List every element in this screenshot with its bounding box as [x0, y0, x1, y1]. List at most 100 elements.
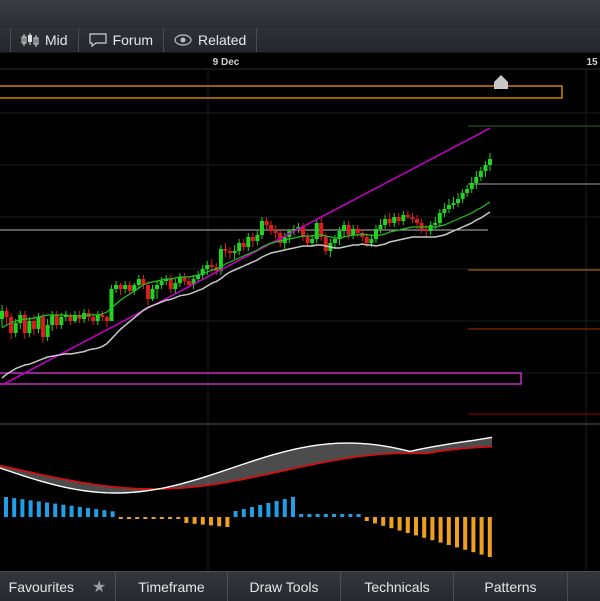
- related-button[interactable]: Related: [164, 28, 258, 52]
- candle-body: [18, 315, 23, 323]
- histogram-bar: [176, 517, 181, 519]
- histogram-bar: [225, 517, 230, 527]
- candlestick-icon: [21, 33, 39, 47]
- histogram-bar: [381, 517, 386, 526]
- histogram-bar: [168, 517, 172, 519]
- histogram-bar: [28, 500, 33, 517]
- technicals-label: Technicals: [364, 578, 430, 595]
- price-chart[interactable]: 9 Dec 15: [0, 53, 600, 571]
- candle-body: [488, 159, 492, 165]
- candle-body: [419, 223, 424, 229]
- candle-body: [369, 239, 374, 243]
- histogram-bar: [356, 514, 361, 517]
- candle-body: [50, 315, 55, 325]
- timeframe-label: Timeframe: [138, 578, 205, 595]
- candle-body: [159, 281, 164, 285]
- candle-body: [228, 251, 233, 253]
- candle-body: [446, 205, 451, 209]
- x-tick-label: 15: [586, 57, 598, 68]
- histogram-bar: [217, 517, 222, 527]
- candle-body: [437, 213, 442, 223]
- candle-body: [355, 229, 360, 233]
- draw-tools-button[interactable]: Draw Tools: [228, 572, 341, 601]
- candle-body: [428, 225, 433, 231]
- histogram-bar: [414, 517, 418, 536]
- candle-body: [442, 209, 447, 213]
- histogram-bar: [135, 517, 140, 519]
- candle-body: [223, 249, 228, 251]
- histogram-bar: [184, 517, 189, 523]
- candle-body: [269, 225, 274, 231]
- histogram-bar: [315, 514, 320, 517]
- patterns-button[interactable]: Patterns: [454, 572, 568, 601]
- histogram-bar: [200, 517, 205, 525]
- candle-body: [460, 193, 465, 199]
- favourites-label: Favourites: [8, 578, 74, 595]
- histogram-bar: [127, 517, 131, 519]
- candle-body: [104, 317, 109, 321]
- candle-body: [405, 215, 410, 217]
- mid-button[interactable]: Mid: [10, 28, 79, 52]
- candle-body: [237, 243, 242, 251]
- chart-toolbar: Mid Forum Related: [0, 28, 600, 53]
- candle-body: [346, 225, 351, 235]
- histogram-bar: [307, 514, 312, 517]
- candle-body: [59, 317, 64, 325]
- candle-body: [373, 229, 378, 239]
- histogram-bar: [364, 517, 369, 521]
- histogram-bar: [36, 501, 41, 517]
- candle-body: [145, 285, 150, 299]
- candle-body: [323, 237, 328, 251]
- candle-body: [173, 283, 178, 289]
- histogram-bar: [463, 517, 468, 550]
- speech-bubble-icon: [88, 33, 107, 47]
- star-icon[interactable]: ★: [92, 577, 106, 597]
- forum-button[interactable]: Forum: [79, 28, 165, 52]
- histogram-bar: [241, 509, 246, 517]
- candle-body: [478, 171, 483, 177]
- candle-body: [109, 289, 114, 321]
- histogram-bar: [118, 517, 123, 519]
- candle-body: [310, 239, 315, 243]
- histogram-bar: [20, 499, 25, 517]
- candle-body: [100, 315, 105, 317]
- histogram-bar: [143, 517, 148, 519]
- histogram-bar: [446, 517, 451, 545]
- candle-body: [186, 281, 191, 285]
- histogram-bar: [430, 517, 435, 541]
- candle-body: [13, 323, 18, 333]
- candle-body: [232, 251, 237, 253]
- histogram-bar: [471, 517, 476, 553]
- technicals-button[interactable]: Technicals: [341, 572, 454, 601]
- histogram-bar: [209, 517, 213, 526]
- candle-body: [22, 315, 27, 333]
- histogram-bar: [348, 514, 353, 517]
- candle-body: [342, 225, 347, 231]
- candle-body: [351, 229, 356, 235]
- candle-body: [433, 223, 438, 225]
- histogram-bar: [102, 510, 107, 517]
- histogram-bar: [332, 514, 336, 517]
- forum-label: Forum: [112, 32, 154, 48]
- candle-body: [27, 321, 32, 333]
- candle-body: [205, 265, 210, 269]
- favourites-button[interactable]: Favourites ★: [0, 572, 116, 601]
- histogram-bar: [438, 517, 443, 543]
- candle-body: [383, 219, 388, 225]
- candle-body: [118, 285, 123, 289]
- histogram-bar: [340, 514, 345, 517]
- candle-body: [305, 237, 310, 243]
- histogram-bar: [94, 509, 99, 517]
- candle-body: [396, 217, 401, 221]
- histogram-bar: [77, 506, 82, 517]
- candle-body: [209, 265, 214, 267]
- histogram-bar: [266, 503, 271, 517]
- mid-label: Mid: [45, 32, 68, 48]
- histogram-bar: [274, 501, 279, 517]
- histogram-bar: [159, 517, 164, 519]
- timeframe-button[interactable]: Timeframe: [116, 572, 228, 601]
- histogram-bar: [455, 517, 459, 548]
- candle-body: [114, 285, 119, 289]
- candle-body: [241, 243, 246, 247]
- bottom-spacer: [568, 572, 600, 601]
